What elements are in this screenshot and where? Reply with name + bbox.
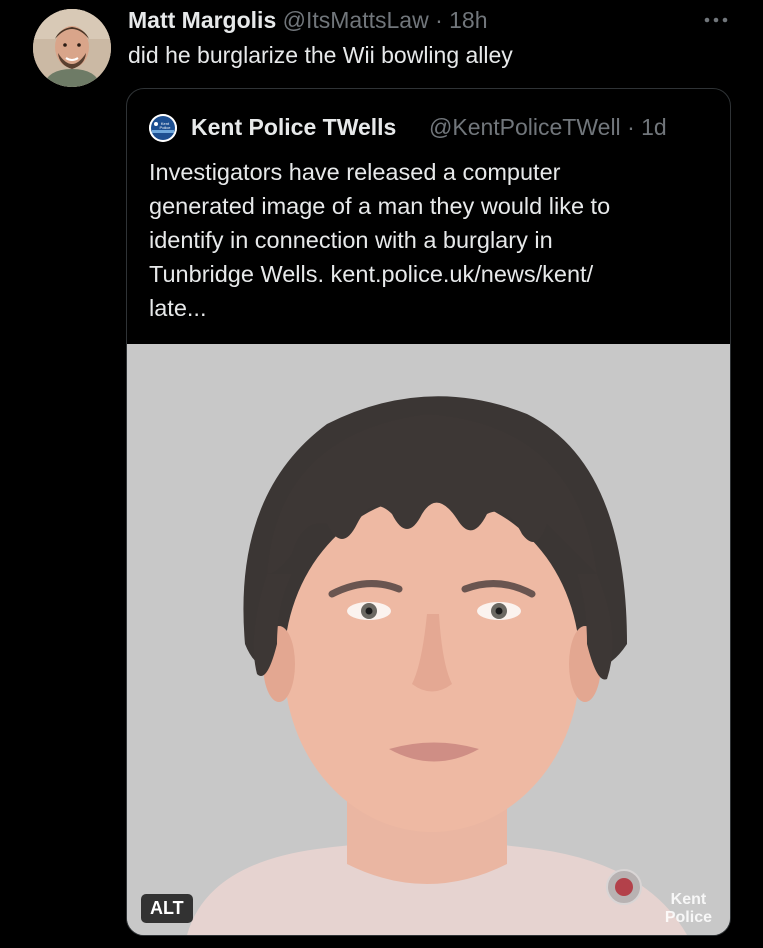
quoted-time[interactable]: 1d bbox=[641, 114, 667, 140]
watermark-line: Kent bbox=[670, 891, 707, 908]
author-name[interactable]: Matt Margolis bbox=[128, 7, 276, 33]
tweet-time[interactable]: 18h bbox=[449, 7, 487, 33]
quoted-text-line: late... bbox=[149, 295, 207, 321]
quoted-tweet[interactable]: Kent Police Kent Police TWells @KentPoli… bbox=[126, 88, 731, 936]
quoted-text-line[interactable]: Tunbridge Wells. kent.police.uk/news/ken… bbox=[149, 257, 709, 291]
avatar-text-line2: Police bbox=[160, 125, 172, 130]
alt-badge[interactable]: ALT bbox=[141, 894, 193, 923]
watermark: Kent Police bbox=[665, 891, 712, 927]
tweet-header: Matt Margolis @ItsMattsLaw · 18h bbox=[128, 5, 488, 35]
efit-portrait-image bbox=[127, 344, 730, 935]
quoted-text-line: generated image of a man they would like… bbox=[149, 193, 611, 219]
quoted-separator: · bbox=[627, 114, 635, 140]
quoted-author-avatar[interactable]: Kent Police bbox=[149, 114, 177, 142]
police-badge-icon: Kent Police bbox=[149, 114, 177, 142]
media-image[interactable]: ALT Kent Police bbox=[127, 344, 730, 935]
quoted-author-name[interactable]: Kent Police TWells bbox=[191, 114, 396, 141]
watermark-line: Police bbox=[664, 909, 712, 926]
quoted-meta: @KentPoliceTWell · 1d bbox=[429, 114, 667, 141]
author-avatar[interactable] bbox=[33, 9, 111, 87]
separator: · bbox=[435, 7, 443, 33]
author-avatar-image bbox=[33, 9, 111, 87]
quoted-text-line: identify in connection with a burglary i… bbox=[149, 227, 553, 253]
quoted-tweet-text: Investigators have released a computer g… bbox=[149, 155, 709, 325]
quoted-author-handle[interactable]: @KentPoliceTWell bbox=[429, 114, 621, 140]
author-handle[interactable]: @ItsMattsLaw bbox=[283, 7, 429, 33]
more-horizontal-icon[interactable] bbox=[703, 4, 729, 30]
quoted-text-line: Investigators have released a computer bbox=[149, 159, 561, 185]
tweet-text: did he burglarize the Wii bowling alley bbox=[128, 42, 513, 68]
tweet[interactable]: Matt Margolis @ItsMattsLaw · 18h did he … bbox=[0, 0, 763, 948]
